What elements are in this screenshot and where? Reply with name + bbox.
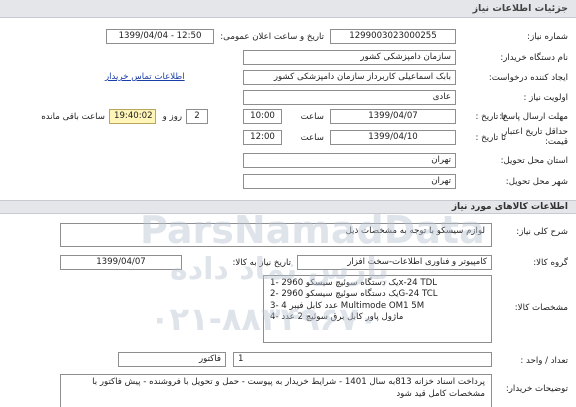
remaining-time-field: 19:40:02 — [109, 109, 156, 124]
goods-spec-line: 4- ماژول پاور کابل برق سوئیچ 2 عدد — [270, 312, 404, 323]
remaining-days-label: روز و — [162, 112, 182, 122]
page-title: جزئیات اطلاعات نیاز — [472, 3, 568, 14]
general-desc-field: لوازم سیسکو با توجه به مشخصات ذیل — [60, 223, 492, 247]
deadline-date-field: 1399/04/07 — [330, 109, 456, 124]
priority-field: عادی — [243, 90, 456, 105]
announce-datetime-field: 1399/04/04 - 12:50 — [106, 29, 214, 44]
page-header: جزئیات اطلاعات نیاز — [0, 0, 576, 18]
buyer-contact-link[interactable]: اطلاعات تماس خریدار — [105, 72, 185, 82]
goods-spec-line: 3- 4 عدد کابل فیبر Multimode OM1 5M — [270, 300, 425, 311]
delivery-province-field: تهران — [243, 153, 456, 168]
goods-specs-label: مشخصات کالا: — [514, 303, 568, 313]
deadline-time-label: ساعت — [300, 112, 324, 122]
buyer-org-label: نام دستگاه خریدار: — [500, 53, 568, 63]
need-date-label: تاریخ نیاز به کالا: — [232, 258, 291, 268]
goods-group-field: کامپیوتر و فناوری اطلاعات-سخت افزار — [297, 255, 492, 270]
need-number-field: 1299003023000255 — [330, 29, 456, 44]
delivery-province-label: استان محل تحویل: — [500, 156, 568, 166]
price-validity-time-label: ساعت — [300, 133, 324, 143]
goods-spec-line: 2- یک دستگاه سوئیچ سیسکو 2960G-24 TCL — [270, 289, 438, 300]
remaining-time-label: ساعت باقی مانده — [41, 112, 105, 122]
need-date-field: 1399/04/07 — [60, 255, 182, 270]
goods-spec-line: 1- یک دستگاه سوئیچ سیسکو 2960x-24 TDL — [270, 278, 438, 288]
goods-section-title: اطلاعات کالاهای مورد نیاز — [451, 202, 568, 212]
price-validity-label: حداقل تاریخ اعتبار قیمت: — [503, 127, 568, 148]
goods-specs-field: 1- یک دستگاه سوئیچ سیسکو 2960x-24 TDL 2-… — [263, 275, 492, 343]
deadline-time-field: 10:00 — [243, 109, 282, 124]
goods-section-header: اطلاعات کالاهای مورد نیاز — [0, 200, 576, 214]
buyer-org-field: سازمان دامپزشکی کشور — [243, 50, 456, 65]
quantity-count-field: 1 — [233, 352, 492, 367]
price-validity-date-field: 1399/04/10 — [330, 130, 456, 145]
remaining-days-field: 2 — [186, 109, 208, 124]
quantity-unit-field: فاکتور — [118, 352, 226, 367]
requester-field: بابک اسماعیلی کاربرداز سازمان دامپزشکی ک… — [243, 70, 456, 85]
general-desc-label: شرح کلی نیاز: — [516, 227, 568, 237]
delivery-city-label: شهر محل تحویل: — [505, 177, 568, 187]
need-number-label: شماره نیاز: — [527, 32, 568, 42]
price-validity-until-label: تا تاریخ : — [475, 133, 506, 143]
delivery-city-field: تهران — [243, 174, 456, 189]
priority-label: اولویت نیاز : — [523, 93, 568, 103]
announce-datetime-label: تاریخ و ساعت اعلان عمومی: — [220, 32, 324, 42]
price-validity-time-field: 12:00 — [243, 130, 282, 145]
deadline-send-label: مهلت ارسال پاسخ: — [499, 112, 568, 122]
buyer-notes-label: توضیحات خریدار: — [505, 384, 568, 394]
quantity-label: تعداد / واحد : — [520, 356, 568, 366]
goods-group-label: گروه کالا: — [533, 258, 568, 268]
deadline-until-label: تا تاریخ : — [475, 112, 506, 122]
buyer-notes-field: پرداخت اسناد خزانه 813به سال 1401 - شرای… — [60, 374, 492, 407]
requester-label: ایجاد کننده درخواست: — [488, 73, 568, 83]
